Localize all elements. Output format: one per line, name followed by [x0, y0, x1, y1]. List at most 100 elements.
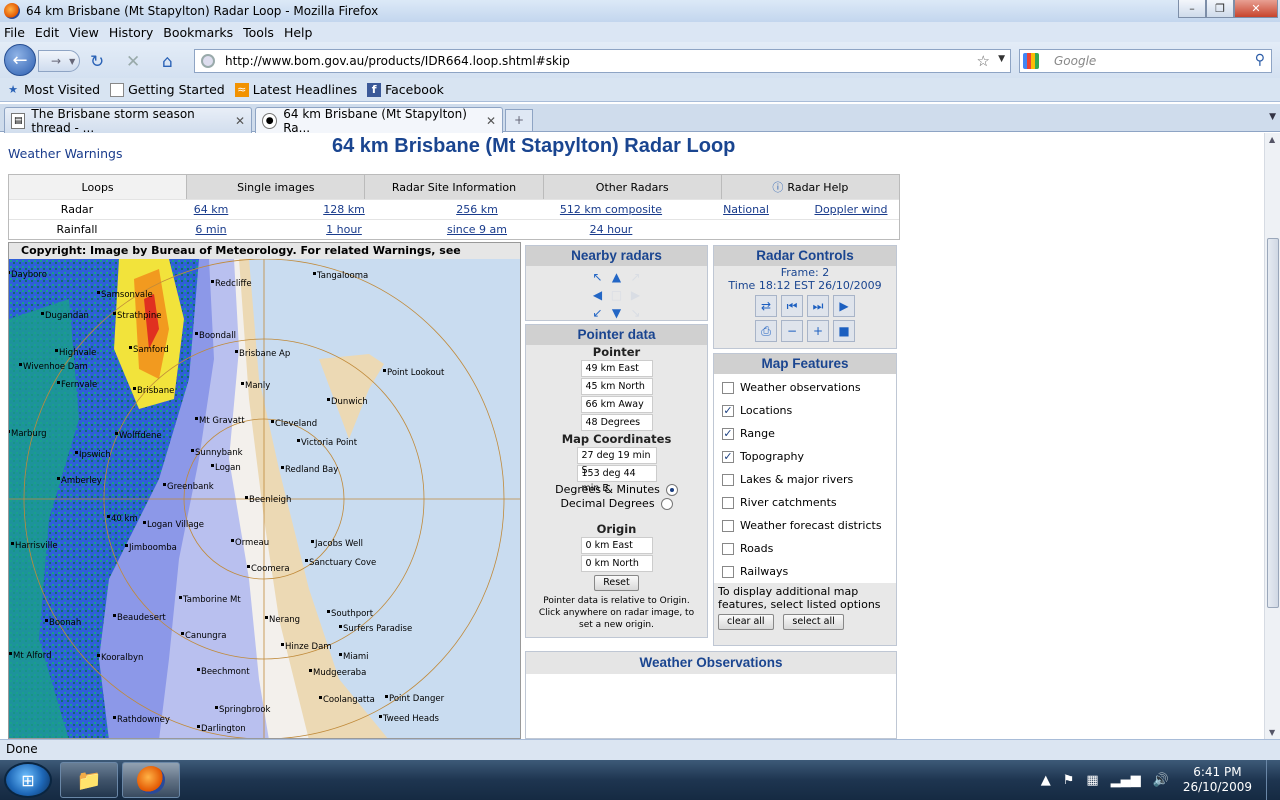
menu-help[interactable]: Help	[284, 25, 313, 40]
url-bar[interactable]: http://www.bom.gov.au/products/IDR664.lo…	[194, 49, 1011, 73]
feature-checkbox[interactable]	[722, 381, 734, 394]
show-hidden-icons[interactable]: ▲	[1041, 773, 1051, 788]
tab-list-icon[interactable]: ▼	[1269, 112, 1276, 122]
stop-button[interactable]: ■	[833, 320, 855, 342]
link-256km[interactable]: 256 km	[411, 203, 543, 216]
map-feature-row[interactable]: ✓ Locations	[722, 399, 896, 422]
start-button[interactable]: ⊞	[4, 762, 52, 798]
forward-button[interactable]: → ▼	[38, 50, 80, 72]
bookmark-star-icon[interactable]: ☆	[977, 52, 990, 70]
map-feature-row[interactable]: Weather forecast districts	[722, 514, 896, 537]
link-1hour[interactable]: 1 hour	[277, 223, 411, 236]
clear-all-button[interactable]: clear all	[718, 614, 774, 630]
weather-warnings-link[interactable]: Weather Warnings	[8, 146, 123, 161]
feature-checkbox[interactable]: ✓	[722, 427, 734, 440]
feature-checkbox[interactable]: ✓	[722, 404, 734, 417]
first-frame-button[interactable]: ⏮	[781, 295, 803, 317]
degrees-minutes-option[interactable]: Degrees & Minutes	[526, 483, 707, 496]
map-feature-row[interactable]: ✓ Topography	[722, 445, 896, 468]
feature-checkbox[interactable]	[722, 473, 734, 486]
origin-east-field[interactable]: 0 km East	[580, 537, 653, 554]
map-feature-row[interactable]: ✓ Range	[722, 422, 896, 445]
link-512km-composite[interactable]: 512 km composite	[543, 203, 679, 216]
south-arrow-icon[interactable]: ▼	[609, 306, 625, 321]
network-icon[interactable]: ▂▄▆	[1111, 773, 1141, 788]
radar-image[interactable]: Dayboro Samsonvale Redcliffe Tangalooma Duga…	[9, 259, 521, 739]
device-icon[interactable]: ▦	[1086, 773, 1098, 788]
close-button[interactable]: ✕	[1234, 0, 1278, 18]
map-feature-row[interactable]: Weather observations	[722, 376, 896, 399]
search-icon[interactable]: ⚲	[1255, 52, 1265, 68]
scroll-up-icon[interactable]: ▲	[1269, 135, 1275, 144]
feature-checkbox[interactable]: ✓	[722, 450, 734, 463]
feature-checkbox[interactable]	[722, 496, 734, 509]
tab-radar-help[interactable]: ⓘ Radar Help	[720, 175, 900, 199]
page-scrollbar[interactable]: ▲ ▼	[1264, 133, 1280, 739]
longitude-field[interactable]: 153 deg 44 min E	[576, 465, 657, 494]
tab-close-icon[interactable]: ✕	[486, 114, 496, 128]
home-icon[interactable]: ⌂	[162, 52, 173, 72]
slower-button[interactable]: −	[781, 320, 803, 342]
maximize-button[interactable]: ❐	[1206, 0, 1234, 18]
west-arrow-icon[interactable]: ◀	[590, 288, 606, 303]
link-128km[interactable]: 128 km	[277, 203, 411, 216]
radio-unselected[interactable]	[660, 497, 673, 510]
bookmark-facebook[interactable]: f Facebook	[367, 82, 444, 97]
map-feature-row[interactable]: Roads	[722, 537, 896, 560]
scroll-down-icon[interactable]: ▼	[1269, 728, 1275, 737]
pointer-away-field[interactable]: 66 km Away	[580, 396, 653, 413]
link-24hour[interactable]: 24 hour	[543, 223, 679, 236]
explorer-taskbar-button[interactable]: 📁	[60, 762, 118, 798]
search-input[interactable]: Google ⚲	[1019, 49, 1272, 73]
bookmark-getting-started[interactable]: Getting Started	[110, 82, 225, 97]
firefox-taskbar-button[interactable]	[122, 762, 180, 798]
print-button[interactable]: ⎙	[755, 320, 777, 342]
pointer-north-field[interactable]: 45 km North	[580, 378, 653, 395]
map-feature-row[interactable]: Lakes & major rivers	[722, 468, 896, 491]
bookmark-latest-headlines[interactable]: ≈ Latest Headlines	[234, 82, 357, 97]
play-button[interactable]: ▶	[833, 295, 855, 317]
northwest-arrow-icon[interactable]: ↖	[590, 270, 606, 285]
link-doppler-wind[interactable]: Doppler wind	[813, 203, 889, 216]
southwest-arrow-icon[interactable]: ↙	[590, 306, 606, 321]
bookmark-most-visited[interactable]: ★ Most Visited	[6, 82, 100, 97]
menu-history[interactable]: History	[109, 25, 153, 40]
select-all-button[interactable]: select all	[783, 614, 844, 630]
back-button[interactable]: ←	[4, 44, 36, 76]
map-feature-row[interactable]: River catchments	[722, 491, 896, 514]
pointer-degrees-field[interactable]: 48 Degrees	[580, 414, 653, 431]
minimize-button[interactable]: –	[1178, 0, 1206, 18]
new-tab-button[interactable]: +	[505, 109, 533, 131]
tab-storm-thread[interactable]: ▤ The Brisbane storm season thread - ...…	[4, 107, 252, 135]
google-icon[interactable]	[1023, 53, 1039, 69]
decimal-degrees-option[interactable]: Decimal Degrees	[526, 497, 707, 510]
tab-radar-loop[interactable]: ● 64 km Brisbane (Mt Stapylton) Ra... ✕	[255, 107, 503, 135]
swap-direction-button[interactable]: ⇄	[755, 295, 777, 317]
system-clock[interactable]: 6:41 PM 26/10/2009	[1183, 765, 1252, 795]
tab-other-radars[interactable]: Other Radars	[542, 175, 721, 199]
action-center-icon[interactable]: ⚑	[1063, 773, 1075, 788]
menu-tools[interactable]: Tools	[243, 25, 274, 40]
north-arrow-icon[interactable]: ▲	[609, 270, 625, 285]
menu-bookmarks[interactable]: Bookmarks	[163, 25, 233, 40]
menu-view[interactable]: View	[69, 25, 99, 40]
origin-north-field[interactable]: 0 km North	[580, 555, 653, 572]
stop-icon[interactable]: ✕	[126, 52, 140, 72]
site-identity-icon[interactable]	[201, 54, 215, 68]
radio-selected[interactable]	[665, 483, 678, 496]
tab-close-icon[interactable]: ✕	[235, 114, 245, 128]
reload-icon[interactable]: ↻	[90, 52, 104, 72]
tab-radar-site-info[interactable]: Radar Site Information	[364, 175, 543, 199]
tab-single-images[interactable]: Single images	[186, 175, 365, 199]
menu-edit[interactable]: Edit	[35, 25, 59, 40]
feature-checkbox[interactable]	[722, 565, 734, 578]
url-dropdown-icon[interactable]: ▼	[998, 54, 1005, 64]
feature-checkbox[interactable]	[722, 519, 734, 532]
feature-checkbox[interactable]	[722, 542, 734, 555]
map-feature-row[interactable]: Railways	[722, 560, 896, 583]
latitude-field[interactable]: 27 deg 19 min S	[576, 447, 657, 476]
link-national[interactable]: National	[679, 203, 813, 216]
link-since-9am[interactable]: since 9 am	[411, 223, 543, 236]
tab-loops[interactable]: Loops	[9, 175, 187, 199]
menu-file[interactable]: File	[4, 25, 25, 40]
